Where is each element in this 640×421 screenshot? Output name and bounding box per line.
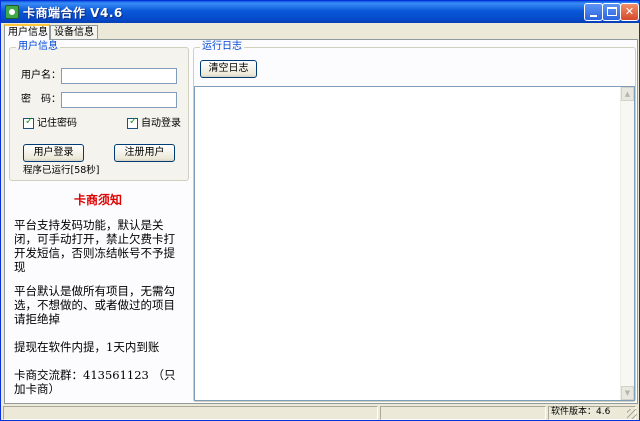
notice-paragraph: 卡商交流群：413561123 （只加卡商） [14, 368, 176, 396]
remember-password-checkbox[interactable] [23, 116, 34, 129]
password-label: 密 码： [21, 94, 61, 105]
window-title: 卡商端合作 V4.6 [23, 6, 123, 20]
tab-user-info[interactable]: 用户信息 [4, 24, 50, 40]
user-info-group-label: 用户信息 [16, 41, 60, 53]
notice-paragraph: 平台默认是做所有项目，无需勾选，不想做的、或者做过的项目请拒绝掉 [14, 284, 175, 326]
maximize-icon [607, 7, 617, 16]
notice-paragraph: 提现在软件内提，1天内到账 [14, 340, 160, 354]
status-panel [380, 406, 546, 420]
username-label: 用户名： [21, 70, 61, 81]
main-window: 卡商端合作 V4.6 ✕ 用户信息 设备信息 用户信息 用户名： 密 码： 记住… [0, 0, 640, 421]
minimize-button[interactable] [584, 3, 603, 21]
username-field[interactable] [61, 68, 177, 84]
user-info-group: 用户信息 用户名： 密 码： 记住密码 自动登录 用户登录 注册用户 程序已运行… [9, 41, 189, 181]
version-text: 软件版本：4.6 [551, 407, 611, 417]
auto-login-label[interactable]: 自动登录 [141, 118, 181, 130]
app-icon [5, 5, 19, 19]
auto-login-checkbox[interactable] [127, 116, 138, 129]
status-panel [3, 406, 378, 420]
tab-device-info[interactable]: 设备信息 [50, 25, 98, 40]
register-button[interactable]: 注册用户 [114, 144, 175, 162]
clear-log-button[interactable]: 清空日志 [200, 60, 257, 78]
scroll-up-icon[interactable]: ▲ [621, 87, 634, 101]
password-field[interactable] [61, 92, 177, 108]
maximize-button[interactable] [602, 3, 621, 21]
close-button[interactable]: ✕ [620, 3, 639, 21]
login-button[interactable]: 用户登录 [23, 144, 84, 162]
title-bar[interactable]: 卡商端合作 V4.6 ✕ [1, 1, 639, 23]
log-textarea[interactable]: ▲ ▼ [194, 86, 635, 401]
close-icon: ✕ [624, 5, 635, 18]
resize-grip-icon[interactable] [627, 409, 637, 419]
log-group-label: 运行日志 [200, 41, 244, 53]
notice-paragraph: 平台支持发码功能，默认是关闭，可手动打开，禁止欠费卡打开发短信，否则冻结帐号不予… [14, 218, 175, 274]
notice-title: 卡商须知 [73, 193, 122, 207]
uptime-text: 程序已运行[58秒] [23, 165, 100, 176]
log-scrollbar[interactable]: ▲ ▼ [620, 87, 634, 400]
minimize-icon [590, 15, 597, 17]
scroll-down-icon[interactable]: ▼ [621, 386, 634, 400]
log-group: 运行日志 清空日志 ▲ ▼ [193, 41, 636, 402]
tab-page: 用户信息 用户名： 密 码： 记住密码 自动登录 用户登录 注册用户 程序已运行… [4, 39, 638, 404]
remember-password-label[interactable]: 记住密码 [37, 118, 77, 130]
status-bar: 软件版本：4.6 [1, 405, 639, 420]
